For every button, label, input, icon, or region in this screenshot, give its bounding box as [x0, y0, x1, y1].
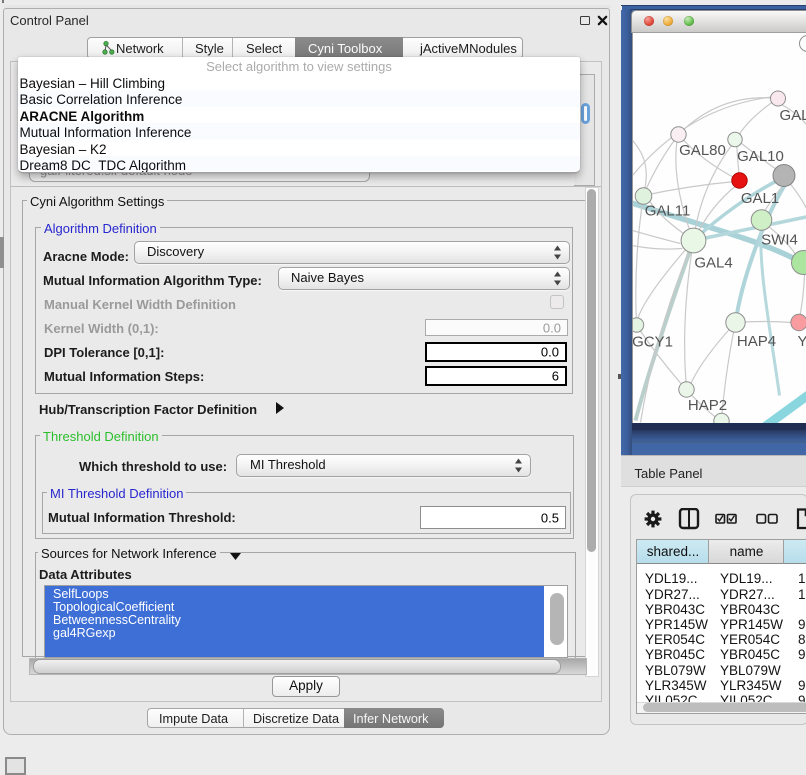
svg-text:GAL1: GAL1: [741, 190, 779, 207]
svg-text:GAL10: GAL10: [737, 148, 784, 165]
svg-text:YM: YM: [798, 333, 806, 350]
svg-text:GAL80: GAL80: [679, 142, 726, 159]
svg-text:GAL4: GAL4: [694, 254, 732, 271]
svg-text:GAL7: GAL7: [780, 107, 806, 124]
svg-text:SWI4: SWI4: [761, 231, 798, 248]
svg-text:GAL11: GAL11: [645, 202, 691, 219]
svg-text:HAP2: HAP2: [688, 397, 727, 414]
svg-text:GCY1: GCY1: [633, 333, 673, 350]
svg-text:HAP4: HAP4: [737, 333, 776, 350]
